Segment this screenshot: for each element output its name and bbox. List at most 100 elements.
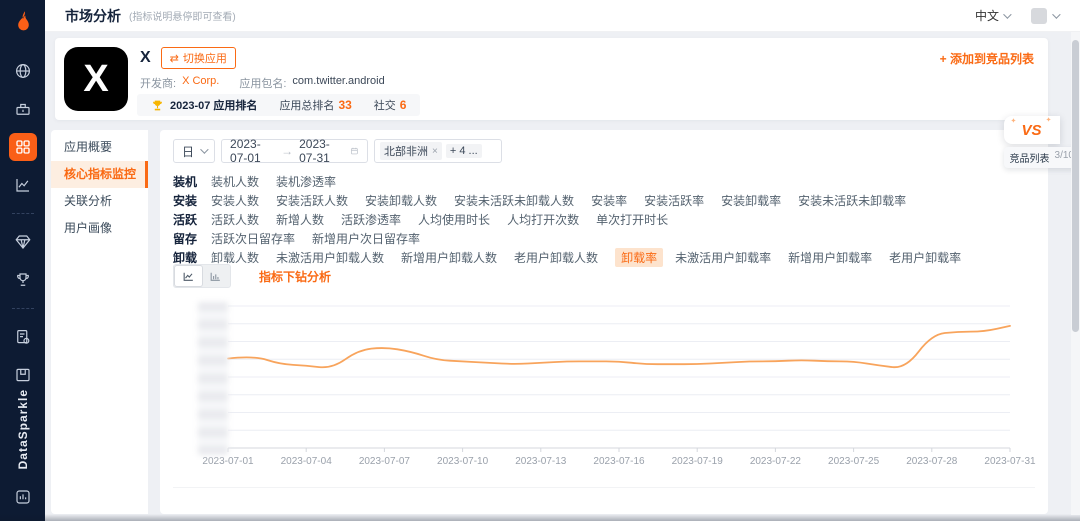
user-menu[interactable]	[1031, 7, 1061, 24]
category-rank: 社交 6	[373, 98, 407, 112]
metric-chip[interactable]: 安装活跃率	[644, 192, 704, 209]
submenu-item[interactable]: 应用概要	[51, 134, 148, 161]
developer-link[interactable]: X Corp.	[182, 75, 219, 91]
chevron-down-icon	[200, 145, 209, 154]
metric-chip[interactable]: 安装活跃人数	[276, 192, 348, 209]
metric-chip[interactable]: 安装卸载人数	[365, 192, 437, 209]
competitor-list-counter[interactable]: 竞品列表 3/10	[1003, 147, 1080, 168]
package-label: 应用包名:	[239, 78, 287, 90]
panel-divider	[173, 487, 1035, 488]
document-gear-icon	[16, 330, 29, 344]
granularity-select[interactable]: 日	[173, 139, 216, 163]
x-tick-label: 2023-07-31	[984, 456, 1036, 467]
page-scrollbar[interactable]	[1071, 32, 1080, 515]
trophy-gold-icon	[153, 100, 162, 110]
drill-down-link[interactable]: 指标下钻分析	[259, 268, 331, 285]
app-logo-flame-icon[interactable]	[11, 9, 35, 33]
metric-chip[interactable]: 新增用户卸载人数	[401, 249, 497, 266]
filter-row: 日 2023-07-01 → 2023-07-31 北部非洲 × + 4 ...	[173, 137, 503, 165]
metric-chip[interactable]: 人均打开次数	[507, 211, 579, 228]
metric-chip[interactable]: 活跃渗透率	[341, 211, 401, 228]
region-select[interactable]: 北部非洲 × + 4 ...	[374, 139, 503, 163]
metric-chip[interactable]: 新增人数	[276, 211, 324, 228]
language-selector[interactable]: 中文	[975, 7, 1012, 24]
app-icon-x-logo: X	[64, 47, 128, 111]
avatar	[1031, 7, 1047, 24]
vs-button[interactable]: VS	[1003, 116, 1060, 144]
grid-apps-icon	[15, 140, 30, 154]
trend-chart: 2023-07-01 2023-07-04 2023-07-07 2023-07-10…	[202, 305, 1036, 467]
date-range-input[interactable]: 2023-07-01 → 2023-07-31	[221, 137, 369, 165]
sidebar-item-trophy[interactable]	[9, 266, 37, 294]
metric-chip[interactable]: 新增用户卸载率	[788, 249, 872, 266]
remove-tag-icon[interactable]: ×	[432, 146, 438, 157]
metric-row: 装机 装机人数 装机渗透率	[173, 172, 1038, 191]
metric-row: 安装 安装人数 安装活跃人数 安装卸载人数 安装未活跃未卸载人数 安装率 安装活跃率 安装卸载…	[173, 191, 1038, 210]
metric-chip[interactable]: 新增用户次日留存率	[312, 230, 420, 247]
rank-period: 2023-07 应用排名	[151, 97, 257, 113]
sidebar-item-analytics[interactable]	[9, 171, 37, 199]
page-subtitle: (指标说明悬停即可查看)	[129, 12, 236, 23]
line-chart-toggle-button[interactable]	[175, 266, 202, 286]
switch-app-button[interactable]: ⇄ 切换应用	[160, 47, 236, 69]
scrollbar-thumb[interactable]	[1072, 40, 1079, 332]
metric-chip[interactable]: 未激活用户卸载率	[675, 249, 771, 266]
submenu-item[interactable]: 用户画像	[51, 215, 148, 242]
metric-chip[interactable]: 活跃人数	[211, 211, 259, 228]
sidebar-item-market[interactable]	[9, 95, 37, 123]
bar-chart-toggle-button[interactable]	[202, 266, 229, 286]
metric-chip[interactable]: 安装率	[591, 192, 627, 209]
metric-chip[interactable]: 装机渗透率	[276, 173, 336, 190]
vs-compare-widget: VS 竞品列表 3/10	[1003, 116, 1080, 168]
submenu-item[interactable]: 核心指标监控	[51, 161, 148, 188]
region-tag-label: 北部非洲	[384, 146, 429, 158]
vs-label: VS	[1011, 116, 1052, 139]
metric-chip[interactable]: 老用户卸载人数	[514, 249, 598, 266]
trophy-icon	[16, 273, 29, 286]
switch-arrows-icon: ⇄	[169, 52, 179, 65]
sidebar-item-globe[interactable]	[9, 57, 37, 85]
metric-chip[interactable]: 安装人数	[211, 192, 259, 209]
sidebar-item-apps-active[interactable]	[8, 133, 37, 161]
add-to-competitors-button[interactable]: + 添加到竞品列表	[940, 50, 1034, 67]
page-title: 市场分析	[65, 7, 121, 24]
sidebar-item-collection[interactable]	[9, 361, 37, 389]
x-tick-label: 2023-07-22	[750, 456, 802, 467]
y-axis-redacted-blur	[198, 302, 228, 455]
globe-icon	[15, 64, 30, 78]
chevron-down-icon	[1003, 9, 1012, 19]
sidebar: DataSparkle	[0, 0, 45, 521]
bar-list-icon	[15, 490, 30, 504]
sidebar-item-bars[interactable]	[9, 483, 37, 511]
trend-chart-area: 2023-07-01 2023-07-04 2023-07-07 2023-07-10…	[160, 296, 1048, 476]
metric-chip-selected[interactable]: 卸载率	[615, 248, 664, 267]
metric-chip[interactable]: 安装卸载率	[721, 192, 781, 209]
metric-row: 留存 活跃次日留存率 新增用户次日留存率	[173, 229, 1038, 248]
metric-chip[interactable]: 人均使用时长	[418, 211, 490, 228]
metric-chip[interactable]: 活跃次日留存率	[211, 230, 295, 247]
developer-label: 开发商:	[140, 78, 177, 90]
x-tick-label: 2023-07-07	[359, 456, 411, 467]
trend-line-series	[227, 325, 1011, 369]
x-tick-label: 2023-07-19	[672, 456, 724, 467]
x-tick-label: 2023-07-16	[593, 456, 645, 467]
metric-chip[interactable]: 单次打开时长	[596, 211, 668, 228]
app-icon-glyph: X	[83, 57, 109, 100]
x-tick-label: 2023-07-25	[828, 456, 880, 467]
submenu-item[interactable]: 关联分析	[51, 188, 148, 215]
core-metrics-panel: 日 2023-07-01 → 2023-07-31 北部非洲 × + 4 ...…	[160, 130, 1048, 514]
region-more-tag[interactable]: + 4 ...	[445, 144, 482, 158]
sidebar-item-gem[interactable]	[9, 228, 37, 256]
metric-chip[interactable]: 安装未活跃未卸载率	[798, 192, 906, 209]
metric-chip[interactable]: 老用户卸载率	[889, 249, 961, 266]
sidebar-bottom: DataSparkle	[9, 389, 37, 521]
calendar-icon	[351, 147, 358, 155]
sidebar-divider	[11, 213, 34, 214]
date-start: 2023-07-01	[230, 137, 261, 165]
metric-chip[interactable]: 装机人数	[211, 173, 259, 190]
submenu: 应用概要 核心指标监控 关联分析 用户画像	[51, 130, 148, 514]
chevron-down-icon	[1052, 9, 1061, 19]
sidebar-item-report-settings[interactable]	[9, 323, 37, 351]
competitor-list-label: 竞品列表	[1009, 154, 1050, 165]
metric-chip[interactable]: 安装未活跃未卸载人数	[454, 192, 574, 209]
